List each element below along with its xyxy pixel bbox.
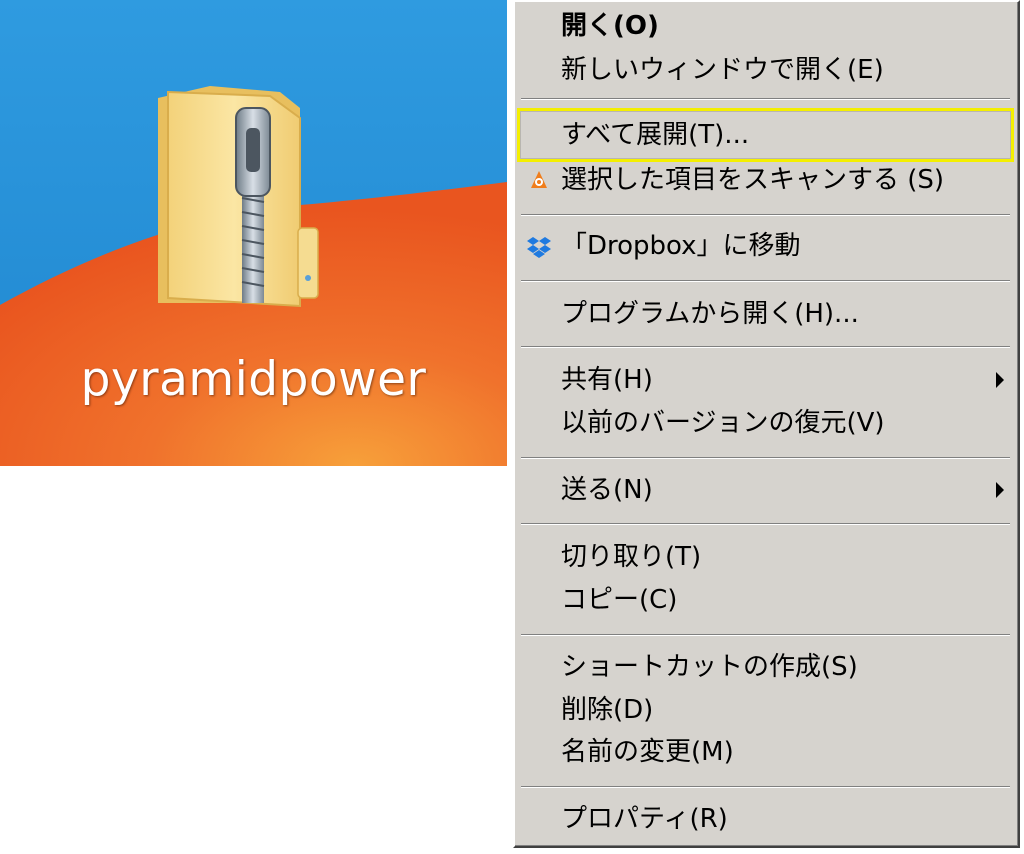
menu-item-label: 切り取り(T) [561,542,702,572]
menu-separator [521,457,1010,459]
menu-separator [521,214,1010,216]
menu-item-label: 共有(H) [561,365,653,395]
menu-item-label: 送る(N) [561,475,653,505]
file-name-label[interactable]: pyramidpower [0,352,507,407]
menu-item-copy[interactable]: コピー(C) [517,580,1014,620]
avast-scan-icon [531,171,547,188]
menu-item-properties[interactable]: プロパティ(R) [517,799,1014,839]
menu-item-move-to-dropbox[interactable]: 「Dropbox」に移動 [517,226,1014,266]
menu-item-label: 削除(D) [561,695,654,725]
context-menu: 開く(O) 新しいウィンドウで開く(E) すべて展開(T)... 選択した項目を… [513,0,1020,848]
submenu-arrow-icon [996,482,1004,498]
desktop-area: pyramidpower [0,0,507,466]
menu-item-cut[interactable]: 切り取り(T) [517,537,1014,577]
menu-item-label: 開く(O) [561,11,659,41]
menu-item-label: 新しいウィンドウで開く(E) [561,55,884,85]
menu-item-share[interactable]: 共有(H) [517,360,1014,400]
menu-separator [521,634,1010,636]
submenu-arrow-icon [996,372,1004,388]
menu-item-delete[interactable]: 削除(D) [517,690,1014,730]
menu-item-open[interactable]: 開く(O) [517,6,1014,46]
menu-item-scan-selected[interactable]: 選択した項目をスキャンする (S) [517,160,1014,200]
menu-item-label: すべて展開(T)... [561,120,750,150]
menu-item-label: 「Dropbox」に移動 [561,231,801,261]
menu-item-label: 以前のバージョンの復元(V) [561,408,885,438]
menu-item-extract-all[interactable]: すべて展開(T)... [517,108,1014,162]
menu-separator [521,280,1010,282]
menu-item-label: コピー(C) [561,585,678,615]
menu-item-restore-previous-versions[interactable]: 以前のバージョンの復元(V) [517,403,1014,443]
menu-separator [521,523,1010,525]
menu-separator [521,346,1010,348]
zip-folder-icon[interactable] [150,78,325,313]
menu-item-label: 選択した項目をスキャンする (S) [561,165,945,195]
menu-item-label: プロパティ(R) [561,804,728,834]
menu-item-label: ショートカットの作成(S) [561,652,858,682]
dropbox-icon [527,237,551,258]
menu-item-label: 名前の変更(M) [561,737,734,767]
menu-item-open-with[interactable]: プログラムから開く(H)... [517,294,1014,334]
menu-separator [521,98,1010,100]
menu-item-rename[interactable]: 名前の変更(M) [517,732,1014,772]
screenshot-stage: pyramidpower 開く(O) 新しいウィンドウで開く(E) すべて展開(… [0,0,1024,854]
menu-item-open-new-window[interactable]: 新しいウィンドウで開く(E) [517,50,1014,90]
menu-separator [521,786,1010,788]
menu-item-label: プログラムから開く(H)... [561,299,859,329]
menu-item-send-to[interactable]: 送る(N) [517,470,1014,510]
menu-item-create-shortcut[interactable]: ショートカットの作成(S) [517,647,1014,687]
